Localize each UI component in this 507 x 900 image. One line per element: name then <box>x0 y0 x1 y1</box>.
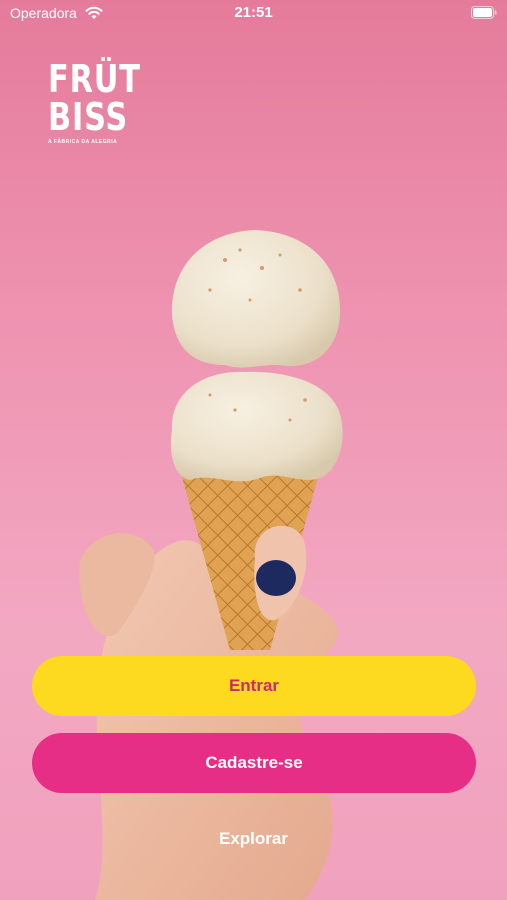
signup-button[interactable]: Cadastre-se <box>32 733 476 793</box>
status-time: 21:51 <box>234 4 273 21</box>
status-bar: Operadora 21:51 <box>0 0 507 28</box>
welcome-screen: Operadora 21:51 FRÜT BISS A FÁBRICA DA A… <box>0 0 507 900</box>
fingernail <box>256 560 296 596</box>
logo-line-1: FRÜT <box>48 57 141 101</box>
frutbiss-logo: FRÜT BISS A FÁBRICA DA ALEGRIA <box>48 60 164 145</box>
logo-line-2: BISS <box>48 95 129 139</box>
explore-link[interactable]: Explorar <box>0 828 507 850</box>
logo-tagline: A FÁBRICA DA ALEGRIA <box>48 139 118 145</box>
login-button[interactable]: Entrar <box>32 656 476 716</box>
battery-icon <box>471 6 497 19</box>
